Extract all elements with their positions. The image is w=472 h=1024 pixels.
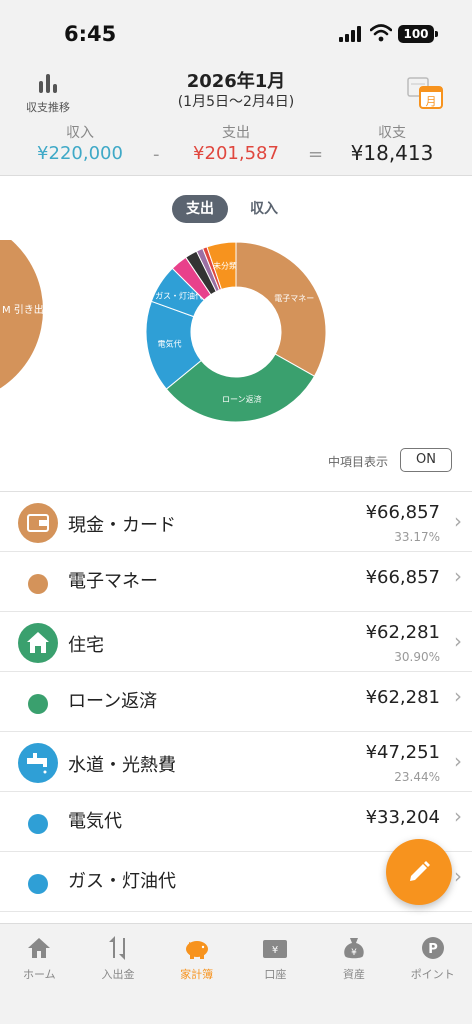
category-color-dot <box>28 694 48 714</box>
nav-household[interactable]: 家計簿 <box>157 924 236 1024</box>
battery-icon: 100 <box>398 25 438 43</box>
category-color-dot <box>28 574 48 594</box>
row-amount: ¥33,204 <box>365 807 440 828</box>
donut-slice-label: 電子マネー <box>274 294 314 303</box>
row-name: ガス・灯油代 <box>68 871 176 892</box>
point-icon: P <box>421 937 444 959</box>
row-name: 水道・光熱費 <box>68 755 176 776</box>
svg-text:P: P <box>428 942 438 957</box>
nav-assets[interactable]: ¥ 資産 <box>315 924 394 1024</box>
calendar-month-label: 月 <box>426 95 437 108</box>
row-percentage: 33.17% <box>394 530 440 544</box>
summary-header: 収支推移 2026年1月 (1月5日〜2月4日) 月 収入 ¥220,000 -… <box>0 60 472 176</box>
row-amount: ¥66,857 <box>365 567 440 588</box>
row-name: ローン返済 <box>68 691 158 712</box>
bank-account-icon: ¥ <box>263 940 288 958</box>
add-entry-button[interactable] <box>386 839 452 905</box>
nav-household-label: 家計簿 <box>180 968 214 981</box>
row-name: 電子マネー <box>68 571 158 592</box>
equals-sign: = <box>308 144 324 165</box>
category-color-dot <box>28 874 48 894</box>
piggy-bank-icon <box>185 941 208 959</box>
nav-home-label: ホーム <box>23 968 56 981</box>
expense-label: 支出 <box>222 125 250 141</box>
row-amount: ¥66,857 <box>365 502 440 523</box>
nav-transfers-label: 入出金 <box>101 968 135 981</box>
status-time: 6:45 <box>64 22 117 46</box>
row-percentage: 23.44% <box>394 770 440 784</box>
nav-account[interactable]: ¥ 口座 <box>236 924 315 1024</box>
row-name: 住宅 <box>68 635 104 656</box>
category-color-dot <box>28 814 48 834</box>
expense-value: ¥201,587 <box>193 143 279 164</box>
category-row[interactable]: 水道・光熱費 ¥47,251 23.44% › <box>0 732 472 792</box>
svg-text:¥: ¥ <box>272 945 278 956</box>
previous-pie-label: M 引き出 <box>2 303 44 316</box>
nav-account-label: 口座 <box>264 968 287 981</box>
subcategory-row[interactable]: 電子マネー ¥66,857 › <box>0 552 472 612</box>
previous-pie-chart[interactable]: M 引き出 <box>0 240 60 440</box>
nav-points[interactable]: P ポイント <box>393 924 472 1024</box>
wifi-icon <box>370 24 392 42</box>
nav-home[interactable]: ホーム <box>0 924 79 1024</box>
transfer-icon <box>109 936 125 960</box>
calendar-icon[interactable]: 月 <box>406 74 446 110</box>
pencil-icon <box>410 861 430 881</box>
status-bar: 6:45 100 <box>0 0 472 60</box>
svg-text:¥: ¥ <box>351 948 357 958</box>
expense-donut-chart[interactable]: 電子マネーローン返済電気代ガス・灯油代未分類 <box>145 241 327 423</box>
nav-points-label: ポイント <box>410 968 455 981</box>
cellular-signal-icon <box>339 26 361 42</box>
chevron-right-icon: › <box>454 564 462 588</box>
balance-label: 収支 <box>378 125 406 141</box>
subcategory-row[interactable]: ローン返済 ¥62,281 › <box>0 672 472 732</box>
row-amount: ¥47,251 <box>365 742 440 763</box>
row-amount: ¥62,281 <box>365 687 440 708</box>
tab-expense[interactable]: 支出 <box>172 195 228 223</box>
row-amount: ¥62,281 <box>365 622 440 643</box>
donut-slice-label: ローン返済 <box>222 394 262 404</box>
category-row[interactable]: 住宅 ¥62,281 30.90% › <box>0 612 472 672</box>
chart-type-tabs: 支出 収入 <box>172 195 292 223</box>
row-name: 現金・カード <box>68 515 176 536</box>
donut-slice-label: 未分類 <box>213 260 237 270</box>
income-label: 収入 <box>66 125 94 141</box>
row-name: 電気代 <box>68 811 122 832</box>
minus-sign: - <box>153 144 160 165</box>
tab-income[interactable]: 収入 <box>236 195 292 223</box>
sub-item-toggle-button[interactable]: ON <box>400 448 452 472</box>
income-value: ¥220,000 <box>37 143 123 164</box>
chevron-right-icon: › <box>454 684 462 708</box>
donut-slice[interactable] <box>235 241 327 377</box>
nav-transfers[interactable]: 入出金 <box>79 924 158 1024</box>
bottom-navigation: ホーム 入出金 家計簿 ¥ 口座 ¥ 資産 P ポイント <box>0 923 472 1024</box>
asset-bag-icon: ¥ <box>344 938 364 959</box>
chevron-right-icon: › <box>454 804 462 828</box>
donut-slice-label: 電気代 <box>157 338 181 348</box>
sub-item-toggle-label: 中項目表示 <box>328 455 389 469</box>
house-icon <box>18 623 58 663</box>
chevron-right-icon: › <box>454 629 462 653</box>
month-range: (1月5日〜2月4日) <box>177 94 295 110</box>
faucet-icon <box>18 743 58 783</box>
month-title[interactable]: 2026年1月 <box>0 67 472 93</box>
nav-assets-label: 資産 <box>343 968 366 981</box>
chevron-right-icon: › <box>454 864 462 888</box>
home-icon <box>28 938 51 958</box>
category-row[interactable]: 現金・カード ¥66,857 33.17% › <box>0 492 472 552</box>
row-percentage: 30.90% <box>394 650 440 664</box>
chevron-right-icon: › <box>454 509 462 533</box>
wallet-icon <box>18 503 58 543</box>
balance-value: ¥18,413 <box>350 141 434 165</box>
chevron-right-icon: › <box>454 749 462 773</box>
